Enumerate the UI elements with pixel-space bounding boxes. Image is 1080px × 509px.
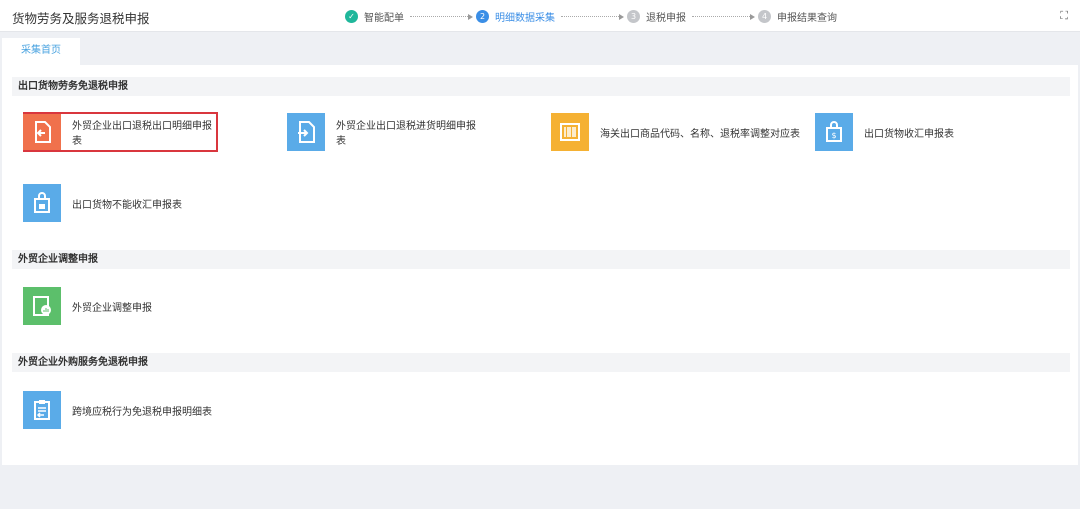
step-3[interactable]: 3 退税申报 <box>627 9 686 24</box>
report-item[interactable]: 出口货物不能收汇申报表 <box>23 183 218 223</box>
step-number: 2 <box>476 10 489 23</box>
report-item-label: 外贸企业出口退税进货明细申报表 <box>336 121 476 147</box>
step-label: 智能配单 <box>364 13 404 24</box>
step-2[interactable]: 2 明细数据采集 <box>476 9 555 24</box>
report-item-label: 外贸企业出口退税出口明细申报表 <box>72 121 212 147</box>
section-header: 外贸企业外购服务免退税申报 <box>12 353 1070 372</box>
page-title: 货物劳务及服务退税申报 <box>12 11 150 26</box>
shopping-bag-lock-icon <box>23 184 61 222</box>
header: 货物劳务及服务退税申报 ✓ 智能配单 2 明细数据采集 3 退税申报 4 申报结果查询 … <box>0 0 1080 32</box>
step-label: 退税申报 <box>646 13 686 24</box>
fullscreen-icon[interactable]: ⛶ <box>1060 9 1068 23</box>
report-item[interactable]: 外贸企业出口退税出口明细申报表 <box>23 112 218 152</box>
report-item-label: 外贸企业调整申报 <box>72 302 152 314</box>
file-arrow-right-icon <box>287 113 325 151</box>
main-panel: 出口货物劳务免退税申报 外贸企业调整申报 外贸企业外购服务免退税申报 外贸企业出… <box>2 65 1078 465</box>
step-connector <box>410 13 473 20</box>
clipboard-arrow-icon <box>23 391 61 429</box>
report-item[interactable]: 跨境应税行为免退税申报明细表 <box>23 390 218 430</box>
report-chart-icon <box>23 287 61 325</box>
step-label: 明细数据采集 <box>495 13 555 24</box>
step-connector <box>692 13 755 20</box>
step-number: 3 <box>627 10 640 23</box>
report-item[interactable]: $ 出口货物收汇申报表 <box>815 112 1010 152</box>
report-item[interactable]: 外贸企业出口退税进货明细申报表 <box>287 112 482 152</box>
shopping-bag-dollar-icon: $ <box>815 113 853 151</box>
section-header: 外贸企业调整申报 <box>12 250 1070 269</box>
tab-collection-home[interactable]: 采集首页 <box>2 38 80 66</box>
report-item-label: 跨境应税行为免退税申报明细表 <box>72 406 212 418</box>
step-progress: ✓ 智能配单 2 明细数据采集 3 退税申报 4 申报结果查询 <box>345 9 837 24</box>
report-item[interactable]: 外贸企业调整申报 <box>23 286 218 326</box>
barcode-icon <box>551 113 589 151</box>
check-icon: ✓ <box>345 10 358 23</box>
report-item[interactable]: 海关出口商品代码、名称、退税率调整对应表 <box>551 112 801 152</box>
section-header: 出口货物劳务免退税申报 <box>12 77 1070 96</box>
step-4[interactable]: 4 申报结果查询 <box>758 9 837 24</box>
step-label: 申报结果查询 <box>777 13 837 24</box>
report-item-label: 出口货物收汇申报表 <box>864 128 954 140</box>
report-item-label: 海关出口商品代码、名称、退税率调整对应表 <box>600 128 800 140</box>
step-connector <box>561 13 624 20</box>
file-arrow-left-icon <box>23 114 61 150</box>
step-1[interactable]: ✓ 智能配单 <box>345 9 404 24</box>
report-item-label: 出口货物不能收汇申报表 <box>72 199 182 211</box>
step-number: 4 <box>758 10 771 23</box>
svg-text:$: $ <box>831 131 836 140</box>
